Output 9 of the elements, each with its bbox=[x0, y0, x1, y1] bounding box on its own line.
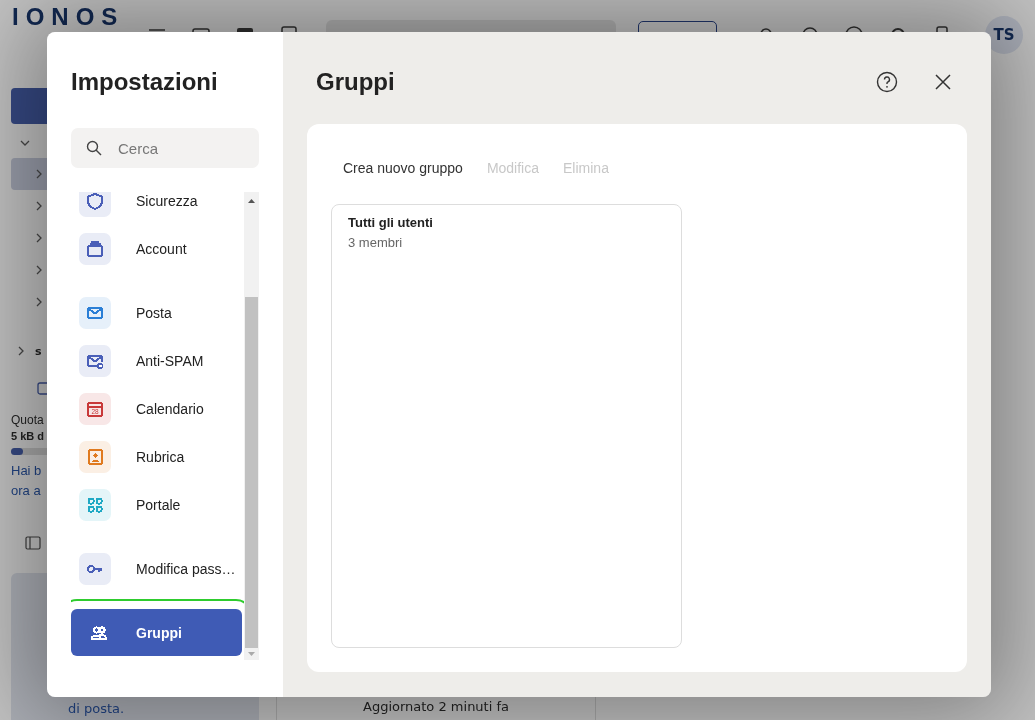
page-title: Gruppi bbox=[316, 68, 395, 96]
group-name: Tutti gli utenti bbox=[348, 215, 434, 230]
member-count: 3 membri bbox=[348, 235, 404, 250]
quota-value: 5 kB d bbox=[11, 429, 45, 444]
dialog-title: Impostazioni bbox=[71, 67, 219, 97]
status-text: Aggiornato 2 minuti fa bbox=[363, 699, 509, 714]
promo-text: di posta. bbox=[68, 701, 125, 716]
quota-label: Quota bbox=[11, 412, 45, 428]
logo: IONOS bbox=[12, 4, 125, 30]
